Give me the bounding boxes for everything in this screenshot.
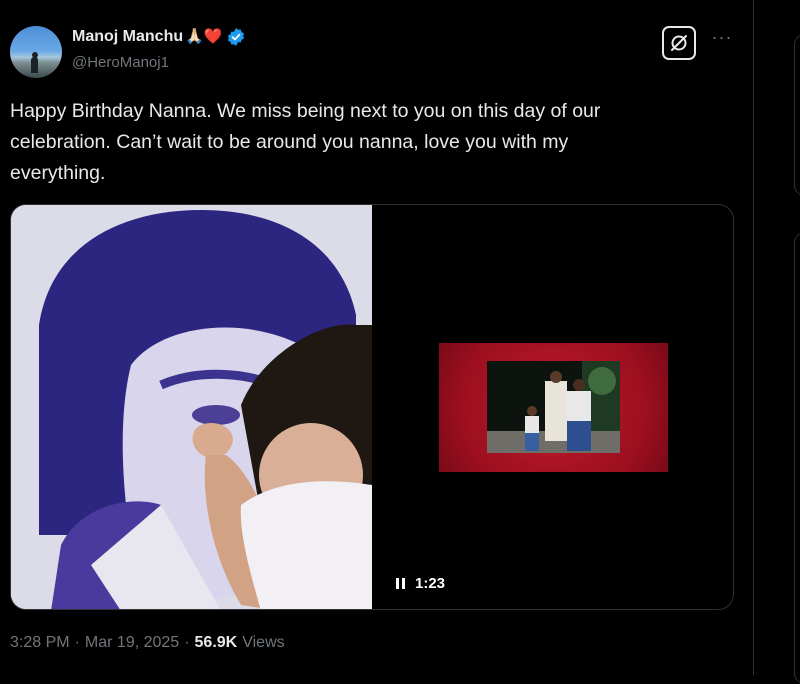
post-date[interactable]: Mar 19, 2025	[85, 634, 179, 652]
tweet-text: Happy Birthday Nanna. We miss being next…	[10, 100, 601, 184]
meta-separator: ·	[184, 634, 190, 651]
meta-separator: ·	[74, 634, 80, 651]
thumbnail-illustration	[487, 361, 620, 453]
grok-icon	[671, 35, 687, 51]
more-options-button[interactable]: ···	[710, 28, 734, 48]
grok-button[interactable]	[662, 26, 696, 60]
avatar[interactable]	[10, 26, 62, 78]
video-controls: 1:23	[396, 575, 445, 592]
author-name-row[interactable]: Manoj Manchu 🙏🏻❤️	[72, 28, 245, 46]
tweet-meta: 3:28 PM · Mar 19, 2025 · 56.9K Views	[10, 634, 285, 652]
right-sidebar-divider	[753, 0, 800, 675]
video-thumbnail[interactable]	[439, 343, 668, 472]
pause-icon[interactable]	[396, 578, 405, 589]
video-thumbnail-photo	[487, 361, 620, 453]
sidebar-card[interactable]	[794, 232, 800, 684]
avatar-figure	[31, 57, 38, 73]
verified-badge-icon	[228, 28, 245, 46]
post-time[interactable]: 3:28 PM	[10, 634, 70, 652]
author-name[interactable]: Manoj Manchu	[72, 28, 183, 46]
tweet: Manoj Manchu 🙏🏻❤️ @HeroManoj1 ··· Happy …	[0, 0, 752, 675]
views-label: Views	[242, 634, 285, 651]
photo-illustration	[11, 205, 372, 609]
media-grid: 1:23	[10, 204, 734, 610]
video-player[interactable]: 1:23	[372, 205, 733, 609]
tweet-photo[interactable]	[11, 205, 372, 609]
sidebar-card[interactable]	[794, 34, 800, 196]
views-count: 56.9K	[194, 634, 238, 651]
video-duration: 1:23	[415, 575, 446, 592]
author-emoji: 🙏🏻❤️	[185, 28, 223, 45]
author-handle[interactable]: @HeroManoj1	[72, 54, 169, 71]
